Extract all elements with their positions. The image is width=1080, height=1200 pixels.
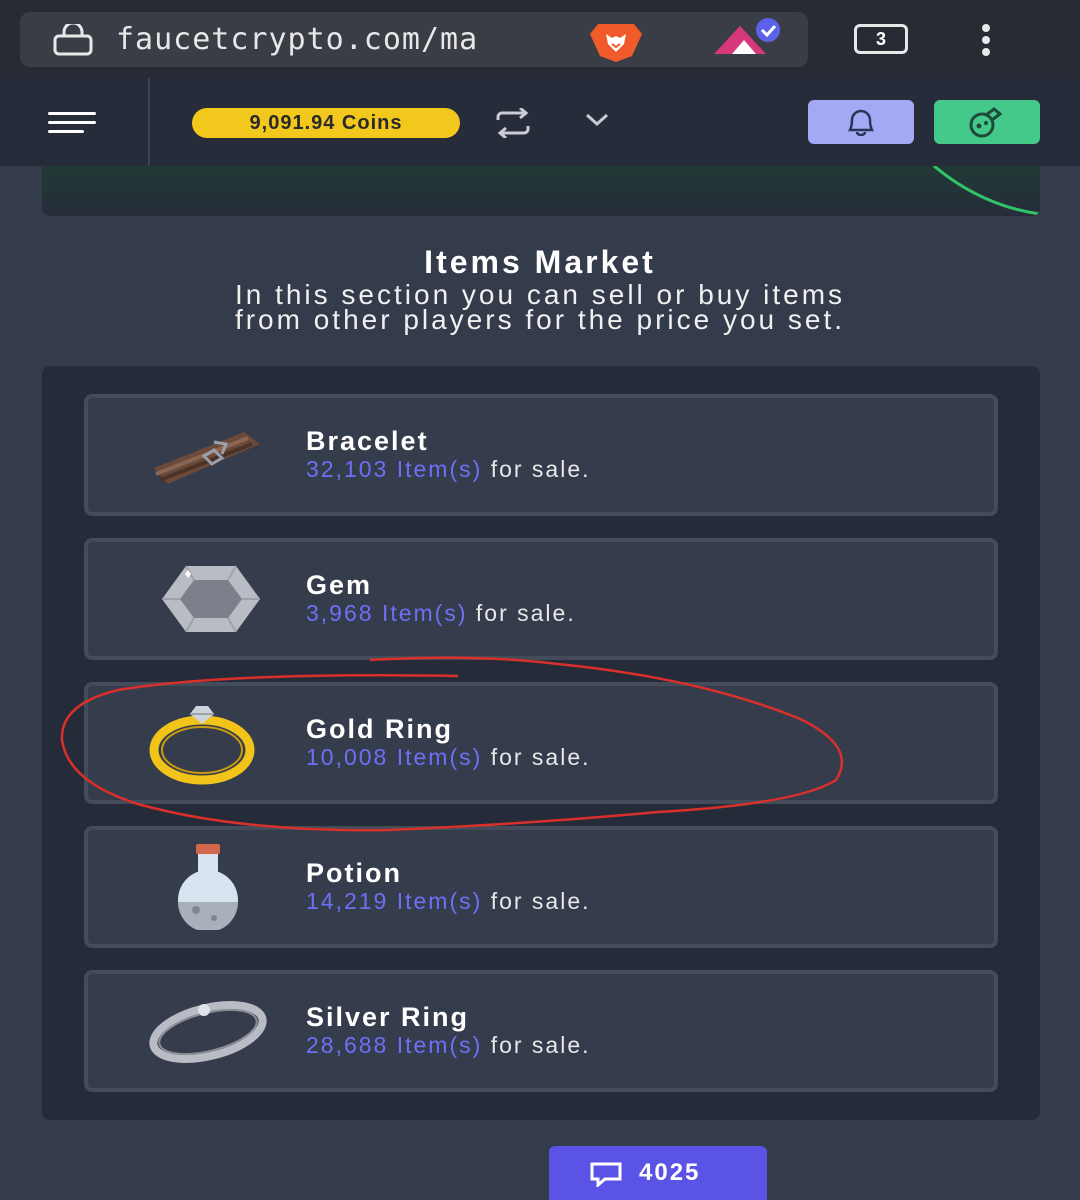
swap-icon[interactable]: [494, 108, 532, 138]
bracelet-icon: [154, 432, 260, 484]
item-card-potion[interactable]: Potion 14,219 Item(s) for sale.: [84, 826, 998, 948]
app-header: 9,091.94 Coins: [0, 78, 1080, 166]
chat-icon: [590, 1162, 622, 1187]
item-count[interactable]: 10,008 Item(s): [306, 744, 482, 770]
chevron-down-icon[interactable]: [584, 112, 610, 128]
gem-icon: [162, 565, 260, 633]
tabs-icon[interactable]: 3: [854, 24, 908, 54]
header-divider: [148, 78, 150, 166]
item-card-bracelet[interactable]: Bracelet 32,103 Item(s) for sale.: [84, 394, 998, 516]
hamburger-icon[interactable]: [48, 110, 98, 134]
chat-button[interactable]: 4025: [549, 1146, 767, 1200]
silver-ring-icon: [149, 1001, 267, 1063]
lock-icon[interactable]: [52, 24, 94, 56]
gold-ring-icon: [149, 706, 255, 785]
item-suffix: for sale.: [475, 600, 576, 626]
browser-toolbar: faucetcrypto.com/ma 3: [0, 0, 1080, 78]
item-name: Gem: [306, 570, 373, 600]
chart-line: [933, 166, 1040, 216]
item-suffix: for sale.: [490, 456, 591, 482]
item-availability: 32,103 Item(s) for sale.: [306, 456, 591, 483]
chat-count: 4025: [639, 1159, 701, 1186]
items-list: Bracelet 32,103 Item(s) for sale. Gem 3,…: [42, 366, 1040, 1120]
item-count[interactable]: 14,219 Item(s): [306, 888, 482, 914]
item-count[interactable]: 28,688 Item(s): [306, 1032, 482, 1058]
coins-balance: 9,091.94 Coins: [192, 108, 460, 138]
item-availability: 10,008 Item(s) for sale.: [306, 744, 591, 771]
potion-button[interactable]: [934, 100, 1040, 144]
notifications-button[interactable]: [808, 100, 914, 144]
url-text[interactable]: faucetcrypto.com/ma: [116, 18, 558, 62]
bell-icon: [847, 109, 875, 136]
item-name: Bracelet: [306, 426, 429, 456]
potion-icon: [969, 107, 1003, 138]
item-count[interactable]: 3,968 Item(s): [306, 600, 468, 626]
item-availability: 3,968 Item(s) for sale.: [306, 600, 576, 627]
item-availability: 14,219 Item(s) for sale.: [306, 888, 591, 915]
item-suffix: for sale.: [490, 888, 591, 914]
item-availability: 28,688 Item(s) for sale.: [306, 1032, 591, 1059]
page-subtitle: In this section you can sell or buy item…: [70, 281, 1010, 335]
stats-card: [42, 166, 1040, 216]
brave-lion-icon[interactable]: [586, 18, 646, 62]
item-suffix: for sale.: [490, 1032, 591, 1058]
item-count[interactable]: 32,103 Item(s): [306, 456, 482, 482]
brave-rewards-icon[interactable]: [710, 18, 790, 58]
subtitle-line-2: from other players for the price you set…: [234, 304, 846, 335]
item-name: Silver Ring: [306, 1002, 470, 1032]
item-name: Gold Ring: [306, 714, 453, 744]
item-card-silver-ring[interactable]: Silver Ring 28,688 Item(s) for sale.: [84, 970, 998, 1092]
item-name: Potion: [306, 858, 402, 888]
item-card-gem[interactable]: Gem 3,968 Item(s) for sale.: [84, 538, 998, 660]
item-suffix: for sale.: [490, 744, 591, 770]
page-title: Items Market: [424, 244, 656, 280]
item-card-gold-ring[interactable]: Gold Ring 10,008 Item(s) for sale.: [84, 682, 998, 804]
potion-flask-icon: [178, 844, 238, 930]
menu-dots-icon[interactable]: [976, 22, 996, 58]
